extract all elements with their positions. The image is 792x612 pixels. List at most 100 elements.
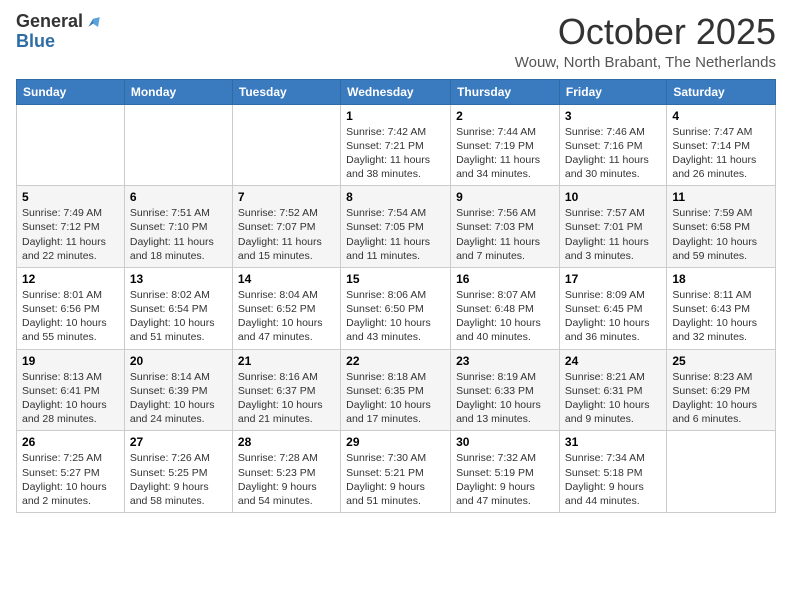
title-block: October 2025 Wouw, North Brabant, The Ne… bbox=[515, 12, 776, 71]
main-title: October 2025 bbox=[515, 12, 776, 52]
table-row: 7 Sunrise: 7:52 AM Sunset: 7:07 PM Daylig… bbox=[232, 186, 340, 268]
logo-blue: Blue bbox=[16, 32, 55, 52]
day-number: 6 bbox=[130, 190, 227, 204]
day-info: Sunrise: 8:06 AM Sunset: 6:50 PM Dayligh… bbox=[346, 288, 445, 345]
col-saturday: Saturday bbox=[667, 79, 776, 104]
day-info: Sunrise: 7:52 AM Sunset: 7:07 PM Dayligh… bbox=[238, 206, 335, 263]
table-row: 27 Sunrise: 7:26 AM Sunset: 5:25 PM Dayli… bbox=[124, 431, 232, 513]
day-info: Sunrise: 7:56 AM Sunset: 7:03 PM Dayligh… bbox=[456, 206, 554, 263]
table-row bbox=[17, 104, 125, 186]
day-number: 3 bbox=[565, 109, 661, 123]
day-number: 8 bbox=[346, 190, 445, 204]
calendar: Sunday Monday Tuesday Wednesday Thursday… bbox=[16, 79, 776, 513]
table-row: 25 Sunrise: 8:23 AM Sunset: 6:29 PM Dayli… bbox=[667, 349, 776, 431]
day-info: Sunrise: 8:07 AM Sunset: 6:48 PM Dayligh… bbox=[456, 288, 554, 345]
day-number: 25 bbox=[672, 354, 770, 368]
day-info: Sunrise: 8:13 AM Sunset: 6:41 PM Dayligh… bbox=[22, 370, 119, 427]
table-row: 6 Sunrise: 7:51 AM Sunset: 7:10 PM Daylig… bbox=[124, 186, 232, 268]
day-info: Sunrise: 7:57 AM Sunset: 7:01 PM Dayligh… bbox=[565, 206, 661, 263]
header: General Blue October 2025 Wouw, North Br… bbox=[16, 12, 776, 71]
day-number: 31 bbox=[565, 435, 661, 449]
day-info: Sunrise: 7:54 AM Sunset: 7:05 PM Dayligh… bbox=[346, 206, 445, 263]
table-row: 1 Sunrise: 7:42 AM Sunset: 7:21 PM Daylig… bbox=[341, 104, 451, 186]
day-info: Sunrise: 8:01 AM Sunset: 6:56 PM Dayligh… bbox=[22, 288, 119, 345]
day-number: 14 bbox=[238, 272, 335, 286]
day-number: 2 bbox=[456, 109, 554, 123]
table-row: 19 Sunrise: 8:13 AM Sunset: 6:41 PM Dayli… bbox=[17, 349, 125, 431]
col-monday: Monday bbox=[124, 79, 232, 104]
day-info: Sunrise: 8:02 AM Sunset: 6:54 PM Dayligh… bbox=[130, 288, 227, 345]
logo: General Blue bbox=[16, 12, 103, 52]
header-row: Sunday Monday Tuesday Wednesday Thursday… bbox=[17, 79, 776, 104]
table-row: 22Sunrise: 8:18 AM Sunset: 6:35 PM Dayli… bbox=[341, 349, 451, 431]
day-number: 7 bbox=[238, 190, 335, 204]
day-info: Sunrise: 8:21 AM Sunset: 6:31 PM Dayligh… bbox=[565, 370, 661, 427]
day-number: 1 bbox=[346, 109, 445, 123]
table-row: 31 Sunrise: 7:34 AM Sunset: 5:18 PM Dayli… bbox=[559, 431, 666, 513]
day-info: Sunrise: 8:09 AM Sunset: 6:45 PM Dayligh… bbox=[565, 288, 661, 345]
sub-title: Wouw, North Brabant, The Netherlands bbox=[515, 54, 776, 71]
table-row: 23 Sunrise: 8:19 AM Sunset: 6:33 PM Dayli… bbox=[451, 349, 560, 431]
day-number: 16 bbox=[456, 272, 554, 286]
day-info: Sunrise: 8:19 AM Sunset: 6:33 PM Dayligh… bbox=[456, 370, 554, 427]
table-row: 26Sunrise: 7:25 AM Sunset: 5:27 PM Dayli… bbox=[17, 431, 125, 513]
table-row: 21 Sunrise: 8:16 AM Sunset: 6:37 PM Dayli… bbox=[232, 349, 340, 431]
day-number: 10 bbox=[565, 190, 661, 204]
table-row: 4Sunrise: 7:47 AM Sunset: 7:14 PM Daylig… bbox=[667, 104, 776, 186]
day-number: 23 bbox=[456, 354, 554, 368]
day-info: Sunrise: 7:42 AM Sunset: 7:21 PM Dayligh… bbox=[346, 125, 445, 182]
day-number: 11 bbox=[672, 190, 770, 204]
day-info: Sunrise: 8:16 AM Sunset: 6:37 PM Dayligh… bbox=[238, 370, 335, 427]
day-number: 22 bbox=[346, 354, 445, 368]
table-row: 13Sunrise: 8:02 AM Sunset: 6:54 PM Dayli… bbox=[124, 267, 232, 349]
day-number: 29 bbox=[346, 435, 445, 449]
day-info: Sunrise: 8:11 AM Sunset: 6:43 PM Dayligh… bbox=[672, 288, 770, 345]
calendar-week-row: 26Sunrise: 7:25 AM Sunset: 5:27 PM Dayli… bbox=[17, 431, 776, 513]
day-info: Sunrise: 7:28 AM Sunset: 5:23 PM Dayligh… bbox=[238, 451, 335, 508]
calendar-week-row: 5 Sunrise: 7:49 AM Sunset: 7:12 PM Daylig… bbox=[17, 186, 776, 268]
day-info: Sunrise: 7:49 AM Sunset: 7:12 PM Dayligh… bbox=[22, 206, 119, 263]
day-number: 20 bbox=[130, 354, 227, 368]
calendar-week-row: 1 Sunrise: 7:42 AM Sunset: 7:21 PM Daylig… bbox=[17, 104, 776, 186]
table-row: 24 Sunrise: 8:21 AM Sunset: 6:31 PM Dayli… bbox=[559, 349, 666, 431]
col-tuesday: Tuesday bbox=[232, 79, 340, 104]
table-row: 12 Sunrise: 8:01 AM Sunset: 6:56 PM Dayli… bbox=[17, 267, 125, 349]
day-info: Sunrise: 7:26 AM Sunset: 5:25 PM Dayligh… bbox=[130, 451, 227, 508]
table-row bbox=[124, 104, 232, 186]
col-thursday: Thursday bbox=[451, 79, 560, 104]
col-friday: Friday bbox=[559, 79, 666, 104]
calendar-week-row: 12 Sunrise: 8:01 AM Sunset: 6:56 PM Dayli… bbox=[17, 267, 776, 349]
day-number: 21 bbox=[238, 354, 335, 368]
day-info: Sunrise: 7:46 AM Sunset: 7:16 PM Dayligh… bbox=[565, 125, 661, 182]
table-row: 2 Sunrise: 7:44 AM Sunset: 7:19 PM Daylig… bbox=[451, 104, 560, 186]
day-info: Sunrise: 7:44 AM Sunset: 7:19 PM Dayligh… bbox=[456, 125, 554, 182]
table-row: 14 Sunrise: 8:04 AM Sunset: 6:52 PM Dayli… bbox=[232, 267, 340, 349]
table-row: 20 Sunrise: 8:14 AM Sunset: 6:39 PM Dayli… bbox=[124, 349, 232, 431]
day-number: 30 bbox=[456, 435, 554, 449]
table-row: 16 Sunrise: 8:07 AM Sunset: 6:48 PM Dayli… bbox=[451, 267, 560, 349]
day-number: 24 bbox=[565, 354, 661, 368]
table-row bbox=[667, 431, 776, 513]
day-info: Sunrise: 7:32 AM Sunset: 5:19 PM Dayligh… bbox=[456, 451, 554, 508]
day-number: 9 bbox=[456, 190, 554, 204]
table-row: 15Sunrise: 8:06 AM Sunset: 6:50 PM Dayli… bbox=[341, 267, 451, 349]
day-number: 27 bbox=[130, 435, 227, 449]
day-number: 19 bbox=[22, 354, 119, 368]
table-row: 9 Sunrise: 7:56 AM Sunset: 7:03 PM Daylig… bbox=[451, 186, 560, 268]
table-row: 29Sunrise: 7:30 AM Sunset: 5:21 PM Dayli… bbox=[341, 431, 451, 513]
calendar-week-row: 19 Sunrise: 8:13 AM Sunset: 6:41 PM Dayli… bbox=[17, 349, 776, 431]
day-info: Sunrise: 8:14 AM Sunset: 6:39 PM Dayligh… bbox=[130, 370, 227, 427]
col-wednesday: Wednesday bbox=[341, 79, 451, 104]
day-info: Sunrise: 8:23 AM Sunset: 6:29 PM Dayligh… bbox=[672, 370, 770, 427]
table-row: 5 Sunrise: 7:49 AM Sunset: 7:12 PM Daylig… bbox=[17, 186, 125, 268]
table-row: 17 Sunrise: 8:09 AM Sunset: 6:45 PM Dayli… bbox=[559, 267, 666, 349]
day-number: 17 bbox=[565, 272, 661, 286]
day-info: Sunrise: 7:51 AM Sunset: 7:10 PM Dayligh… bbox=[130, 206, 227, 263]
day-info: Sunrise: 7:25 AM Sunset: 5:27 PM Dayligh… bbox=[22, 451, 119, 508]
day-info: Sunrise: 8:04 AM Sunset: 6:52 PM Dayligh… bbox=[238, 288, 335, 345]
day-number: 5 bbox=[22, 190, 119, 204]
day-number: 28 bbox=[238, 435, 335, 449]
table-row: 11Sunrise: 7:59 AM Sunset: 6:58 PM Dayli… bbox=[667, 186, 776, 268]
day-info: Sunrise: 7:34 AM Sunset: 5:18 PM Dayligh… bbox=[565, 451, 661, 508]
day-number: 12 bbox=[22, 272, 119, 286]
